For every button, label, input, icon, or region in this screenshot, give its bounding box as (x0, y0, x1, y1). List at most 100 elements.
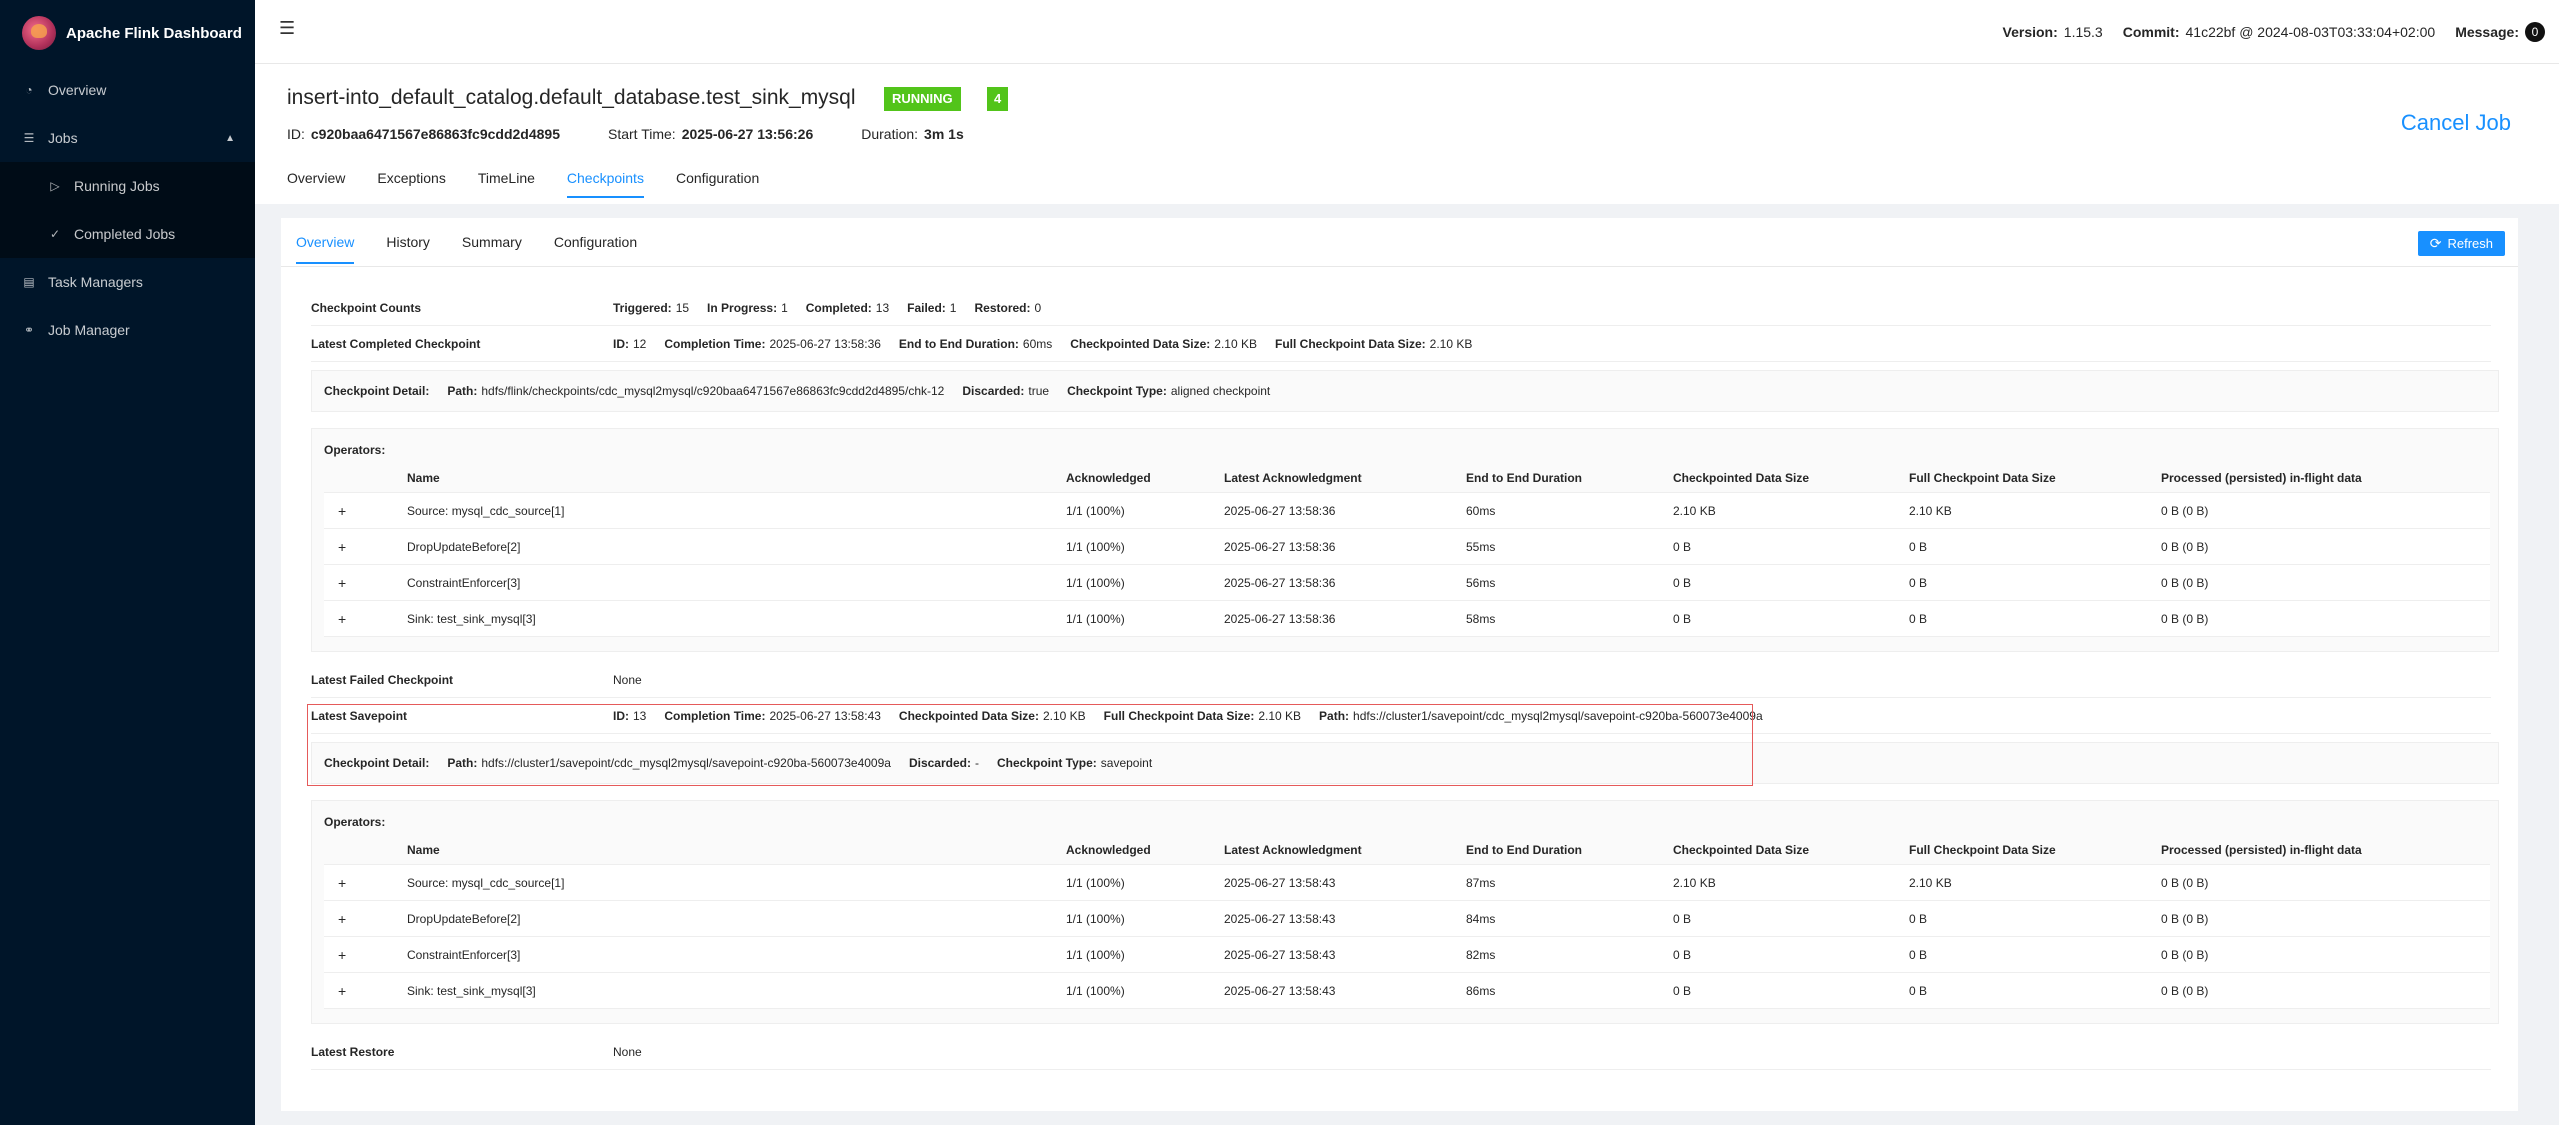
expand-icon[interactable]: + (338, 539, 346, 555)
header-info: Version: 1.15.3 Commit: 41c22bf @ 2024-0… (1983, 22, 2545, 42)
version-info: Version: 1.15.3 (2002, 24, 2103, 40)
expand-icon[interactable]: + (338, 575, 346, 591)
expand-icon[interactable]: + (338, 983, 346, 999)
tab-configuration[interactable]: Configuration (676, 170, 759, 198)
bars-icon: ☰ (23, 131, 35, 145)
latest-savepoint-row: Latest Savepoint ID: 13 Completion Time: 2… (311, 698, 2491, 734)
flink-logo-icon (22, 16, 56, 50)
app-title: Apache Flink Dashboard (66, 24, 242, 42)
sidebar-item-label: Jobs (48, 130, 78, 146)
checkpoint-tab-overview[interactable]: Overview (296, 234, 355, 264)
menu-fold-icon[interactable]: ☰ (279, 18, 295, 39)
latest-restore-row: Latest Restore None (311, 1034, 2491, 1070)
table-row[interactable]: + Sink: test_sink_mysql[3] 1/1 (100%) 20… (324, 973, 2490, 1009)
expand-icon[interactable]: + (338, 503, 346, 519)
top-header: ☰ Version: 1.15.3 Commit: 41c22bf @ 2024… (255, 0, 2559, 64)
savepoint-discarded: Discarded: - (908, 756, 979, 770)
table-row[interactable]: + ConstraintEnforcer[3] 1/1 (100%) 2025-… (324, 937, 2490, 973)
completion-time: Completion Time: 2025-06-27 13:58:36 (664, 336, 881, 351)
table-row[interactable]: + DropUpdateBefore[2] 1/1 (100%) 2025-06… (324, 901, 2490, 937)
checkpoint-tabs: Overview History Summary Configuration (296, 234, 669, 264)
cancel-job-button[interactable]: Cancel Job (2401, 110, 2511, 136)
checkpoint-tab-configuration[interactable]: Configuration (554, 234, 637, 264)
restored-count: Restored: 0 (974, 300, 1042, 315)
savepoint-path: Path: hdfs://cluster1/savepoint/cdc_mysql… (1319, 708, 1763, 723)
job-duration: Duration: 3m 1s (861, 126, 964, 142)
chevron-up-icon: ▲ (225, 132, 235, 144)
job-id: ID: c920baa6471567e86863fc9cdd2d4895 (287, 126, 560, 142)
expand-icon[interactable]: + (338, 947, 346, 963)
sidebar-item-jobs[interactable]: ☰ Jobs ▲ (0, 114, 255, 162)
checkpoint-path: Path: hdfs/flink/checkpoints/cdc_mysql2my… (447, 384, 945, 398)
expand-icon[interactable]: + (338, 911, 346, 927)
sidebar-item-label: Task Managers (48, 274, 143, 290)
check-circle-icon: ✓ (49, 227, 61, 241)
task-count-badge: 4 (987, 87, 1009, 111)
sidebar-nav: ◔ Overview ☰ Jobs ▲ ▷ Running Jobs ✓ Com… (0, 66, 255, 354)
brand[interactable]: Apache Flink Dashboard (0, 0, 255, 66)
table-row[interactable]: + Source: mysql_cdc_source[1] 1/1 (100%)… (324, 865, 2490, 901)
tab-exceptions[interactable]: Exceptions (377, 170, 445, 198)
cluster-icon: ⚭ (23, 323, 35, 337)
sidebar-item-running-jobs[interactable]: ▷ Running Jobs (0, 162, 255, 210)
sidebar-item-label: Job Manager (48, 322, 130, 338)
table-row[interactable]: + ConstraintEnforcer[3] 1/1 (100%) 2025-… (324, 565, 2490, 601)
completed-checkpoint-detail: Checkpoint Detail: Path: hdfs/flink/check… (311, 370, 2499, 412)
table-row[interactable]: + Source: mysql_cdc_source[1] 1/1 (100%)… (324, 493, 2490, 529)
completed-operators-panel: Operators: Name Acknowledged Latest Ackn… (311, 428, 2499, 652)
completed-operators-table: Name Acknowledged Latest Acknowledgment … (324, 463, 2490, 637)
checkpoint-counts-row: Checkpoint Counts Triggered: 15 In Progre… (311, 290, 2491, 326)
savepoint-data-size: Checkpointed Data Size: 2.10 KB (898, 708, 1086, 723)
message-count-badge[interactable]: 0 (2525, 22, 2545, 42)
table-row[interactable]: + DropUpdateBefore[2] 1/1 (100%) 2025-06… (324, 529, 2490, 565)
end-to-end-duration: End to End Duration: 60ms (898, 336, 1053, 351)
sidebar-item-label: Overview (48, 82, 107, 98)
savepoint-completion-time: Completion Time: 2025-06-27 13:58:43 (664, 708, 881, 723)
savepoint-operators-panel: Operators: Name Acknowledged Latest Ackn… (311, 800, 2499, 1024)
job-start-time: Start Time: 2025-06-27 13:56:26 (608, 126, 814, 142)
version-value: 1.15.3 (2063, 24, 2103, 40)
checkpointed-data-size: Checkpointed Data Size: 2.10 KB (1070, 336, 1257, 351)
checkpoint-discarded: Discarded: true (962, 384, 1050, 398)
sync-icon: ⟳ (2429, 235, 2442, 251)
table-row[interactable]: + Sink: test_sink_mysql[3] 1/1 (100%) 20… (324, 601, 2490, 637)
sidebar-item-completed-jobs[interactable]: ✓ Completed Jobs (0, 210, 255, 258)
checkpoint-tab-history[interactable]: History (386, 234, 430, 264)
triggered-count: Triggered: 15 (613, 300, 690, 315)
latest-completed-checkpoint-row: Latest Completed Checkpoint ID: 12 Comple… (311, 326, 2491, 362)
tab-checkpoints[interactable]: Checkpoints (566, 170, 644, 198)
savepoint-detail: Checkpoint Detail: Path: hdfs://cluster1/… (311, 742, 2499, 784)
table-header: Name Acknowledged Latest Acknowledgment … (324, 463, 2490, 493)
tab-overview[interactable]: Overview (287, 170, 345, 198)
in-progress-count: In Progress: 1 (707, 300, 788, 315)
tabs-divider (281, 266, 2518, 267)
sidebar-item-job-manager[interactable]: ⚭ Job Manager (0, 306, 255, 354)
checkpoint-id: ID: 12 (613, 336, 647, 351)
savepoint-id: ID: 13 (613, 708, 647, 723)
savepoint-full-data-size: Full Checkpoint Data Size: 2.10 KB (1103, 708, 1302, 723)
latest-failed-checkpoint-row: Latest Failed Checkpoint None (311, 662, 2491, 698)
sidebar-item-overview[interactable]: ◔ Overview (0, 66, 255, 114)
checkpoint-tab-summary[interactable]: Summary (462, 234, 522, 264)
commit-value: 41c22bf @ 2024-08-03T03:33:04+02:00 (2185, 24, 2436, 40)
sidebar: Apache Flink Dashboard ◔ Overview ☰ Jobs… (0, 0, 255, 1125)
savepoint-operators-table: Name Acknowledged Latest Acknowledgment … (324, 835, 2490, 1009)
play-circle-icon: ▷ (50, 179, 60, 193)
sidebar-item-task-managers[interactable]: ▤ Task Managers (0, 258, 255, 306)
jobs-submenu: ▷ Running Jobs ✓ Completed Jobs (0, 162, 255, 258)
checkpoints-card: Overview History Summary Configuration ⟳… (281, 218, 2518, 1111)
expand-icon[interactable]: + (338, 611, 346, 627)
job-meta: ID: c920baa6471567e86863fc9cdd2d4895 Star… (287, 126, 1012, 142)
job-tabs: Overview Exceptions TimeLine Checkpoints… (287, 170, 791, 198)
checkpoint-type: Checkpoint Type: aligned checkpoint (1067, 384, 1271, 398)
completed-count: Completed: 13 (805, 300, 890, 315)
tab-timeline[interactable]: TimeLine (478, 170, 535, 198)
table-header: Name Acknowledged Latest Acknowledgment … (324, 835, 2490, 865)
job-header: insert-into_default_catalog.default_data… (255, 64, 2559, 204)
message-info[interactable]: Message: 0 (2455, 22, 2545, 42)
failed-count: Failed: 1 (907, 300, 957, 315)
refresh-button[interactable]: ⟳ Refresh (2417, 231, 2505, 256)
savepoint-detail-path: Path: hdfs://cluster1/savepoint/cdc_mysql… (447, 756, 891, 770)
sidebar-item-label: Running Jobs (74, 178, 160, 194)
expand-icon[interactable]: + (338, 875, 346, 891)
